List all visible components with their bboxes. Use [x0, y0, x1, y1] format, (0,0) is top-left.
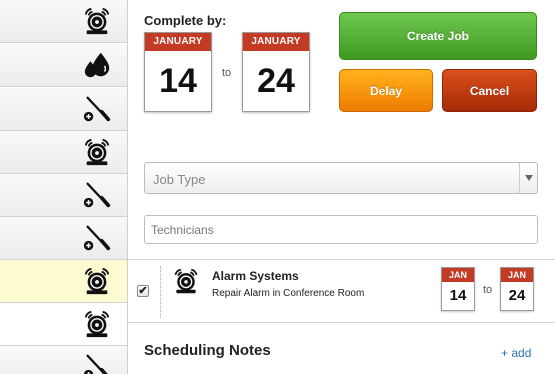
complete-by-label: Complete by:	[144, 13, 227, 28]
technicians-input[interactable]	[144, 215, 538, 244]
job-type-select[interactable]: Job Type	[144, 162, 538, 194]
end-month: JANUARY	[243, 33, 309, 51]
add-note-link[interactable]: + add	[501, 346, 531, 360]
create-job-button[interactable]: Create Job	[339, 12, 537, 60]
chevron-down-icon[interactable]	[519, 163, 537, 193]
sidebar-item-repair-1[interactable]	[0, 88, 127, 131]
job-checkbox[interactable]: ✔	[137, 285, 149, 297]
screwdriver-icon	[82, 352, 112, 374]
delay-button[interactable]: Delay	[339, 69, 433, 112]
sidebar-item-repair-3[interactable]	[0, 217, 127, 260]
job-start-date: JAN 14	[441, 267, 475, 311]
sidebar-item-repair-4[interactable]	[0, 346, 127, 374]
job-to-label: to	[483, 284, 493, 296]
sidebar-item-alarm-2[interactable]	[0, 131, 127, 174]
row-divider	[160, 266, 161, 318]
job-end-month: JAN	[501, 268, 533, 282]
cancel-button[interactable]: Cancel	[442, 69, 537, 112]
alarm-bell-icon	[82, 6, 112, 36]
job-list-item[interactable]: ✔ Alarm Systems Repair Alarm in Conferen…	[128, 259, 555, 323]
end-day: 24	[257, 62, 295, 100]
screwdriver-icon	[82, 180, 112, 210]
sidebar-item-alarm-1[interactable]	[0, 0, 127, 43]
job-start-month: JAN	[442, 268, 474, 282]
alarm-bell-icon	[82, 266, 112, 296]
start-date-calendar[interactable]: JANUARY 14	[144, 32, 212, 112]
job-end-date: JAN 24	[500, 267, 534, 311]
start-day: 14	[159, 62, 197, 100]
sidebar-item-water[interactable]	[0, 44, 127, 87]
date-range-to-label: to	[222, 67, 232, 79]
alarm-bell-icon	[82, 309, 112, 339]
sidebar-item-alarm-selected[interactable]	[0, 303, 127, 346]
end-date-calendar[interactable]: JANUARY 24	[242, 32, 310, 112]
start-month: JANUARY	[145, 33, 211, 51]
job-start-day: 14	[449, 287, 467, 304]
screwdriver-icon	[82, 223, 112, 253]
scheduling-notes-heading: Scheduling Notes	[144, 342, 271, 359]
job-end-day: 24	[508, 287, 526, 304]
sidebar	[0, 0, 128, 374]
sidebar-item-repair-2[interactable]	[0, 174, 127, 217]
job-description: Repair Alarm in Conference Room	[212, 288, 365, 299]
alarm-bell-icon	[82, 137, 112, 167]
job-title: Alarm Systems	[212, 269, 299, 283]
water-drops-icon	[82, 50, 112, 80]
alarm-bell-icon	[172, 267, 200, 295]
job-type-placeholder: Job Type	[153, 172, 206, 187]
screwdriver-icon	[82, 94, 112, 124]
sidebar-item-alarm-highlighted[interactable]	[0, 260, 127, 303]
